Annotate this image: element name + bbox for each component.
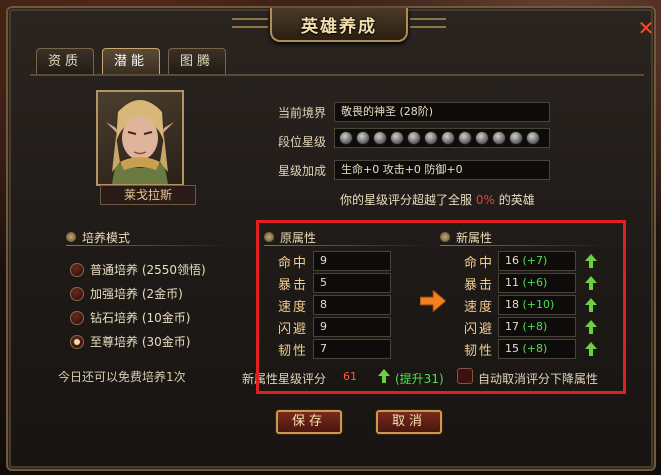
star-icon: [509, 131, 523, 145]
free-training-text: 今日还可以免费培养1次: [58, 370, 186, 384]
hero-portrait: [96, 90, 184, 186]
star-icon: [526, 131, 540, 145]
star-rating: [334, 128, 550, 148]
star-icon: [441, 131, 455, 145]
knob-icon: [66, 232, 76, 242]
mode-option-label: 钻石培养 (10金币): [90, 311, 191, 325]
highlight-frame: [256, 220, 626, 394]
realm-value: 敬畏的神圣 (28阶): [334, 102, 550, 122]
tab-potential[interactable]: 潜能: [102, 48, 160, 74]
radio-icon[interactable]: [70, 286, 84, 301]
mode-option-label: 加强培养 (2金币): [90, 287, 183, 301]
tab-aptitude[interactable]: 资质: [36, 48, 94, 74]
realm-label: 当前境界: [278, 106, 327, 120]
star-icon: [407, 131, 421, 145]
tab-bar: 资质 潜能 图腾: [36, 48, 226, 74]
hero-name: 莱戈拉斯: [100, 185, 196, 205]
tab-divider: [30, 74, 644, 76]
star-label: 段位星级: [278, 135, 327, 149]
mode-option-diamond[interactable]: 钻石培养 (10金币): [70, 309, 190, 326]
mode-option-label: 至尊培养 (30金币): [90, 335, 191, 349]
title-ornament-right: [410, 18, 446, 28]
radio-icon[interactable]: [70, 262, 84, 277]
star-icon: [424, 131, 438, 145]
window-title: 英雄养成: [301, 16, 377, 37]
bonus-value: 生命+0 攻击+0 防御+0: [334, 160, 550, 180]
mode-option-normal[interactable]: 普通培养 (2550领悟): [70, 261, 206, 278]
star-icon: [492, 131, 506, 145]
rank-text: 你的星级评分超越了全服 0% 的英雄: [340, 191, 535, 208]
title-plate: 英雄养成: [270, 8, 408, 42]
star-icon: [356, 131, 370, 145]
radio-checked-icon[interactable]: [70, 334, 84, 349]
bonus-label: 星级加成: [278, 164, 327, 178]
star-icon: [475, 131, 489, 145]
mode-header: 培养模式: [66, 228, 236, 246]
rank-percent: 0%: [475, 193, 495, 207]
star-icon: [373, 131, 387, 145]
cancel-button[interactable]: 取消: [376, 410, 442, 434]
title-ornament-left: [232, 18, 268, 28]
rank-suffix: 的英雄: [498, 193, 535, 207]
tab-totem[interactable]: 图腾: [168, 48, 226, 74]
rank-prefix: 你的星级评分超越了全服: [340, 193, 473, 207]
close-icon[interactable]: ✕: [636, 18, 656, 38]
radio-icon[interactable]: [70, 310, 84, 325]
star-icon: [339, 131, 353, 145]
mode-option-enhanced[interactable]: 加强培养 (2金币): [70, 285, 183, 302]
mode-option-supreme[interactable]: 至尊培养 (30金币): [70, 333, 190, 350]
mode-title: 培养模式: [82, 230, 131, 245]
mode-option-label: 普通培养 (2550领悟): [90, 263, 206, 277]
save-button[interactable]: 保存: [276, 410, 342, 434]
star-icon: [458, 131, 472, 145]
star-icon: [390, 131, 404, 145]
